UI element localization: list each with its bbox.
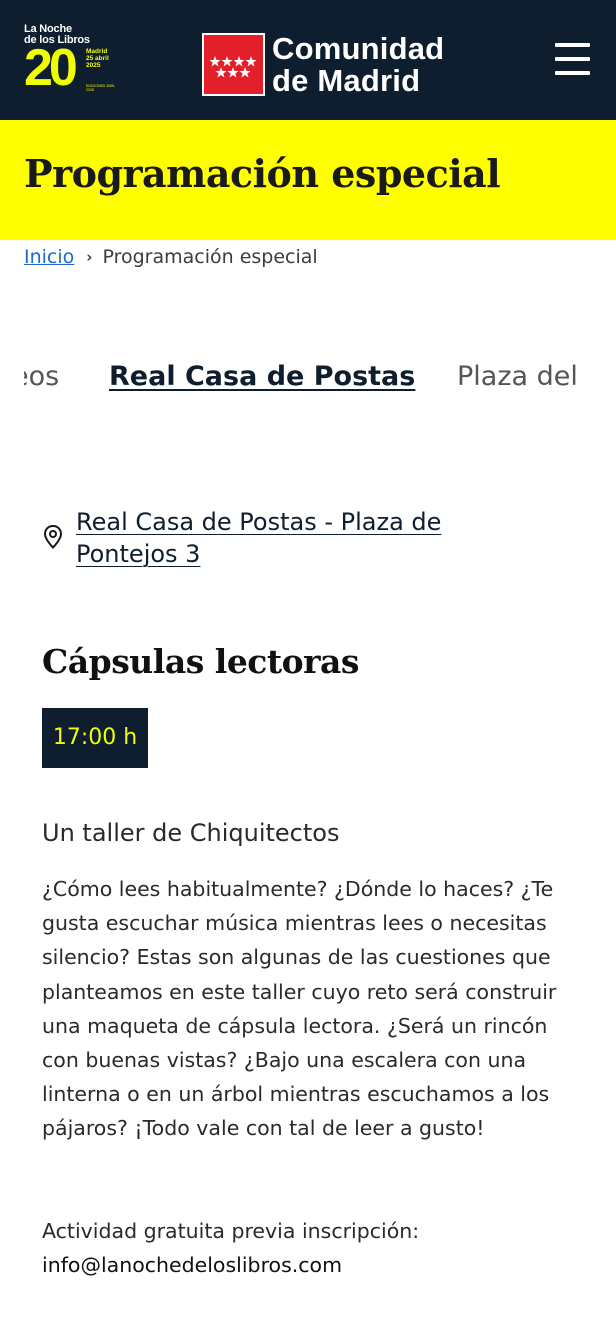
venue-tabs: eos Real Casa de Postas Plaza del (24, 356, 592, 404)
brand-line1: Comunidad (272, 31, 445, 66)
location-link[interactable]: Real Casa de Postas - Plaza de Pontejos … (76, 506, 546, 570)
map-pin-icon (42, 524, 64, 550)
tab-real-casa-de-postas[interactable]: Real Casa de Postas (109, 356, 415, 398)
breadcrumb-current: Programación especial (102, 246, 318, 268)
comunidad-madrid-logo[interactable]: Comunidad de Madrid (202, 33, 452, 97)
site-header: La Noche de los Libros 20 Madrid 25 abri… (0, 0, 616, 120)
festival-logo-editions: EDICIONES 2005-2025 (86, 84, 116, 92)
breadcrumb-home-link[interactable]: Inicio (24, 246, 74, 268)
tab-previous[interactable]: eos (24, 356, 59, 398)
location-line2: Pontejos 3 (76, 540, 201, 568)
event-description: ¿Cómo lees habitualmente? ¿Dónde lo hace… (42, 877, 557, 1141)
comunidad-madrid-wordmark: Comunidad de Madrid (272, 33, 444, 97)
event-subtitle: Un taller de Chiquitectos (42, 819, 340, 847)
event-registration-note: Actividad gratuita previa inscripción: (42, 1219, 420, 1243)
chevron-right-icon: › (86, 248, 93, 266)
event-email-link[interactable]: info@lanochedeloslibros.com (42, 1248, 582, 1282)
madrid-flag-icon (202, 33, 265, 96)
tab-plaza-del[interactable]: Plaza del (457, 356, 578, 398)
breadcrumb: Inicio › Programación especial (24, 243, 318, 271)
festival-logo-date: Madrid 25 abril 2025 (86, 48, 109, 69)
event-time-badge: 17:00 h (42, 708, 148, 768)
location-line1: Real Casa de Postas - Plaza de (76, 508, 442, 536)
festival-logo-city: Madrid (86, 48, 108, 55)
hamburger-icon[interactable] (552, 40, 592, 80)
festival-logo-number: 20 (24, 39, 78, 97)
event-title: Cápsulas lectoras (42, 642, 360, 681)
festival-logo-day: 25 abril (86, 55, 109, 62)
brand-line2: de Madrid (272, 63, 421, 98)
festival-logo-year: 2025 (86, 62, 101, 69)
title-band: Programación especial (0, 120, 616, 240)
event-registration: Actividad gratuita previa inscripción: i… (42, 1214, 582, 1282)
page-title: Programación especial (24, 151, 501, 196)
festival-logo[interactable]: La Noche de los Libros 20 Madrid 25 abri… (24, 24, 120, 98)
